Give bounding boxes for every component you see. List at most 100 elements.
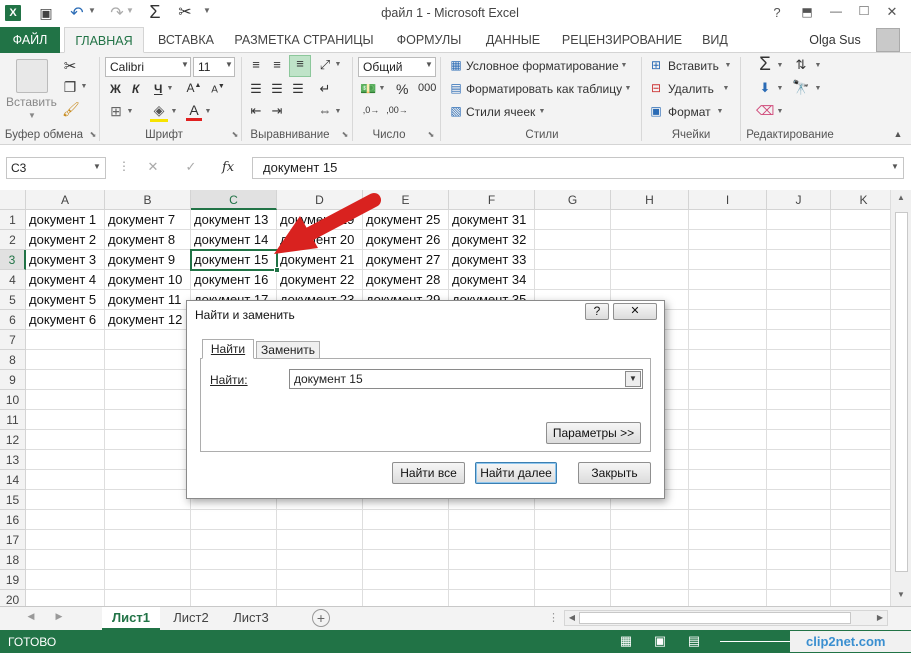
cell-b2[interactable]: документ 8	[105, 230, 191, 250]
italic-button[interactable]: К	[132, 82, 139, 96]
insert-function-button[interactable]: fx	[222, 160, 234, 175]
row-header-10[interactable]: 10	[0, 390, 26, 410]
decrease-decimal-icon[interactable]: ,00→	[386, 105, 408, 115]
cell-b20[interactable]	[105, 590, 191, 606]
sheet-prev-icon[interactable]: ◀	[26, 611, 36, 622]
row-header-7[interactable]: 7	[0, 330, 26, 350]
cell-a17[interactable]	[26, 530, 105, 550]
cell-k10[interactable]	[831, 390, 890, 410]
font-name-dropdown-icon[interactable]: ▼	[180, 60, 190, 69]
tab-review[interactable]: РЕЦЕНЗИРОВАНИЕ	[556, 27, 688, 53]
cell-styles-icon[interactable]: ▧	[448, 104, 464, 118]
dialog-close-button[interactable]: ✕	[613, 303, 657, 320]
autosum-icon[interactable]: Σ	[146, 2, 164, 22]
cell-k1[interactable]	[831, 210, 890, 230]
undo-icon[interactable]: ↶	[68, 3, 86, 22]
cell-h18[interactable]	[611, 550, 689, 570]
orientation-icon[interactable]: ⤢	[316, 57, 334, 73]
cell-b11[interactable]	[105, 410, 191, 430]
cell-f19[interactable]	[449, 570, 535, 590]
tab-file[interactable]: ФАЙЛ	[0, 27, 60, 53]
cell-d17[interactable]	[277, 530, 363, 550]
cell-g1[interactable]	[535, 210, 611, 230]
cell-a11[interactable]	[26, 410, 105, 430]
cell-k4[interactable]	[831, 270, 890, 290]
cell-d18[interactable]	[277, 550, 363, 570]
column-header-b[interactable]: B	[105, 190, 191, 210]
cell-k2[interactable]	[831, 230, 890, 250]
align-bottom-icon[interactable]: ≡	[289, 55, 311, 77]
redo-dropdown-icon[interactable]: ▼	[126, 6, 134, 18]
scroll-left-icon[interactable]: ◀	[567, 613, 577, 622]
cell-g17[interactable]	[535, 530, 611, 550]
column-header-k[interactable]: K	[831, 190, 890, 210]
cell-h4[interactable]	[611, 270, 689, 290]
row-header-15[interactable]: 15	[0, 490, 26, 510]
dialog-help-button[interactable]: ?	[585, 303, 609, 320]
align-left-icon[interactable]: ☰	[247, 81, 265, 97]
scroll-up-icon[interactable]: ▲	[895, 193, 907, 202]
user-name[interactable]: Olga Sus	[800, 27, 870, 53]
row-header-20[interactable]: 20	[0, 590, 26, 606]
cell-j10[interactable]	[767, 390, 831, 410]
cell-a7[interactable]	[26, 330, 105, 350]
row-header-8[interactable]: 8	[0, 350, 26, 370]
cell-a16[interactable]	[26, 510, 105, 530]
avatar[interactable]	[876, 28, 900, 52]
paste-dropdown-icon[interactable]: ▼	[26, 111, 38, 120]
tabs-splitter-icon[interactable]: ⋮	[548, 611, 559, 624]
cell-e4[interactable]: документ 28	[363, 270, 449, 290]
column-header-h[interactable]: H	[611, 190, 689, 210]
row-header-11[interactable]: 11	[0, 410, 26, 430]
tab-view[interactable]: ВИД	[694, 27, 736, 53]
cell-i3[interactable]	[689, 250, 767, 270]
cell-j14[interactable]	[767, 470, 831, 490]
cell-j18[interactable]	[767, 550, 831, 570]
align-middle-icon[interactable]: ≡	[268, 57, 286, 72]
find-dropdown-button[interactable]: ▼	[625, 371, 641, 387]
cell-i13[interactable]	[689, 450, 767, 470]
currency-dropdown-icon[interactable]: ▼	[378, 85, 386, 92]
cell-g19[interactable]	[535, 570, 611, 590]
cell-h17[interactable]	[611, 530, 689, 550]
cell-c2[interactable]: документ 14	[191, 230, 277, 250]
row-header-12[interactable]: 12	[0, 430, 26, 450]
close-icon[interactable]: ✕	[884, 4, 900, 20]
zoom-slider[interactable]	[720, 641, 800, 642]
cell-c16[interactable]	[191, 510, 277, 530]
cell-a14[interactable]	[26, 470, 105, 490]
cell-k7[interactable]	[831, 330, 890, 350]
conditional-format-dropdown-icon[interactable]: ▼	[620, 62, 628, 69]
copy-icon[interactable]: ❐	[62, 79, 78, 96]
cell-i5[interactable]	[689, 290, 767, 310]
cell-j3[interactable]	[767, 250, 831, 270]
cell-k12[interactable]	[831, 430, 890, 450]
cell-g4[interactable]	[535, 270, 611, 290]
cell-f17[interactable]	[449, 530, 535, 550]
align-center-icon[interactable]: ☰	[268, 81, 286, 97]
sheet-next-icon[interactable]: ▶	[54, 611, 64, 622]
cell-j7[interactable]	[767, 330, 831, 350]
row-header-9[interactable]: 9	[0, 370, 26, 390]
cell-e18[interactable]	[363, 550, 449, 570]
cell-g18[interactable]	[535, 550, 611, 570]
horizontal-scroll-thumb[interactable]	[579, 612, 851, 624]
number-launcher-icon[interactable]: ⬊	[426, 130, 436, 139]
autosum-dropdown-icon[interactable]: ▼	[776, 62, 784, 69]
cell-g16[interactable]	[535, 510, 611, 530]
sort-filter-dropdown-icon[interactable]: ▼	[814, 62, 822, 69]
cell-k3[interactable]	[831, 250, 890, 270]
cell-d16[interactable]	[277, 510, 363, 530]
clear-icon[interactable]: ⌫	[756, 103, 774, 119]
scroll-down-icon[interactable]: ▼	[895, 590, 907, 599]
cell-i4[interactable]	[689, 270, 767, 290]
tab-sheet1[interactable]: Лист1	[102, 607, 160, 630]
row-header-1[interactable]: 1	[0, 210, 26, 230]
select-all-corner[interactable]	[0, 190, 26, 210]
cell-a2[interactable]: документ 2	[26, 230, 105, 250]
cell-a13[interactable]	[26, 450, 105, 470]
align-top-icon[interactable]: ≡	[247, 57, 265, 72]
cell-j11[interactable]	[767, 410, 831, 430]
cell-j6[interactable]	[767, 310, 831, 330]
cell-b16[interactable]	[105, 510, 191, 530]
